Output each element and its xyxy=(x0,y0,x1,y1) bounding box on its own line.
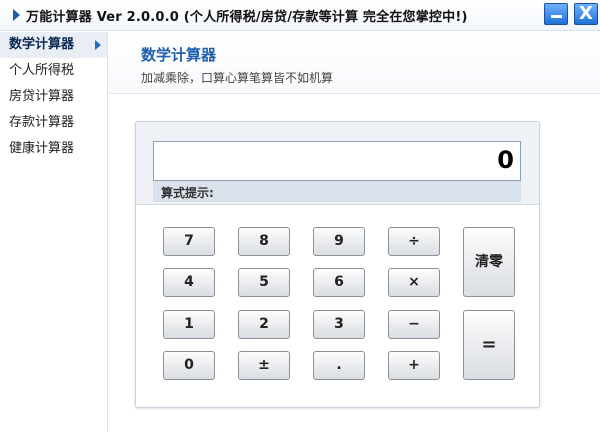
key-decimal[interactable]: . xyxy=(313,351,365,380)
title-arrow-icon xyxy=(13,9,20,21)
key-7[interactable]: 7 xyxy=(163,227,215,256)
key-5[interactable]: 5 xyxy=(238,268,290,297)
key-3[interactable]: 3 xyxy=(313,310,365,339)
minimize-button[interactable] xyxy=(544,3,568,25)
key-1[interactable]: 1 xyxy=(163,310,215,339)
sidebar-item-deposit[interactable]: 存款计算器 xyxy=(0,110,107,136)
close-button[interactable]: X xyxy=(574,3,598,25)
key-6[interactable]: 6 xyxy=(313,268,365,297)
sidebar-item-income-tax[interactable]: 个人所得税 xyxy=(0,58,107,84)
calculator-window: 万能计算器 Ver 2.0.0.0 (个人所得税/房贷/存款等计算 完全在您掌控… xyxy=(0,0,600,432)
sidebar-item-label: 存款计算器 xyxy=(9,115,75,130)
display-area: 0 算式提示: xyxy=(136,122,539,205)
key-2[interactable]: 2 xyxy=(238,310,290,339)
sidebar-item-label: 数学计算器 xyxy=(9,37,75,52)
page-title: 数学计算器 xyxy=(141,46,217,64)
equals-button[interactable]: = xyxy=(463,310,515,380)
sidebar-item-label: 健康计算器 xyxy=(9,141,75,156)
key-multiply[interactable]: × xyxy=(388,268,440,297)
sidebar-item-label: 房贷计算器 xyxy=(9,89,75,104)
chevron-right-icon xyxy=(95,40,101,50)
sidebar-item-math-calculator[interactable]: 数学计算器 xyxy=(0,32,107,58)
sidebar: 数学计算器 个人所得税 房贷计算器 存款计算器 健康计算器 xyxy=(0,32,108,432)
window-title: 万能计算器 Ver 2.0.0.0 (个人所得税/房贷/存款等计算 完全在您掌控… xyxy=(26,10,468,25)
minimize-icon xyxy=(551,15,562,18)
key-sign[interactable]: ± xyxy=(238,351,290,380)
formula-hint-bar: 算式提示: xyxy=(153,181,521,202)
result-display: 0 xyxy=(153,141,521,181)
key-0[interactable]: 0 xyxy=(163,351,215,380)
display-value: 0 xyxy=(497,146,514,174)
calculator-panel: 0 算式提示: 7 8 9 ÷ 4 5 6 × 1 2 3 − 0 ± . + … xyxy=(135,121,540,408)
clear-button[interactable]: 清零 xyxy=(463,227,515,297)
key-add[interactable]: + xyxy=(388,351,440,380)
key-8[interactable]: 8 xyxy=(238,227,290,256)
title-bar[interactable]: 万能计算器 Ver 2.0.0.0 (个人所得税/房贷/存款等计算 完全在您掌控… xyxy=(0,0,600,31)
page-subtitle: 加减乘除，口算心算笔算皆不如机算 xyxy=(141,71,334,85)
sidebar-item-health[interactable]: 健康计算器 xyxy=(0,136,107,162)
formula-hint-label: 算式提示: xyxy=(161,186,214,200)
key-4[interactable]: 4 xyxy=(163,268,215,297)
sidebar-item-mortgage[interactable]: 房贷计算器 xyxy=(0,84,107,110)
key-subtract[interactable]: − xyxy=(388,310,440,339)
page-header: 数学计算器 加减乘除，口算心算笔算皆不如机算 xyxy=(109,32,600,94)
key-divide[interactable]: ÷ xyxy=(388,227,440,256)
sidebar-item-label: 个人所得税 xyxy=(9,63,75,78)
close-icon: X xyxy=(579,3,593,24)
key-9[interactable]: 9 xyxy=(313,227,365,256)
